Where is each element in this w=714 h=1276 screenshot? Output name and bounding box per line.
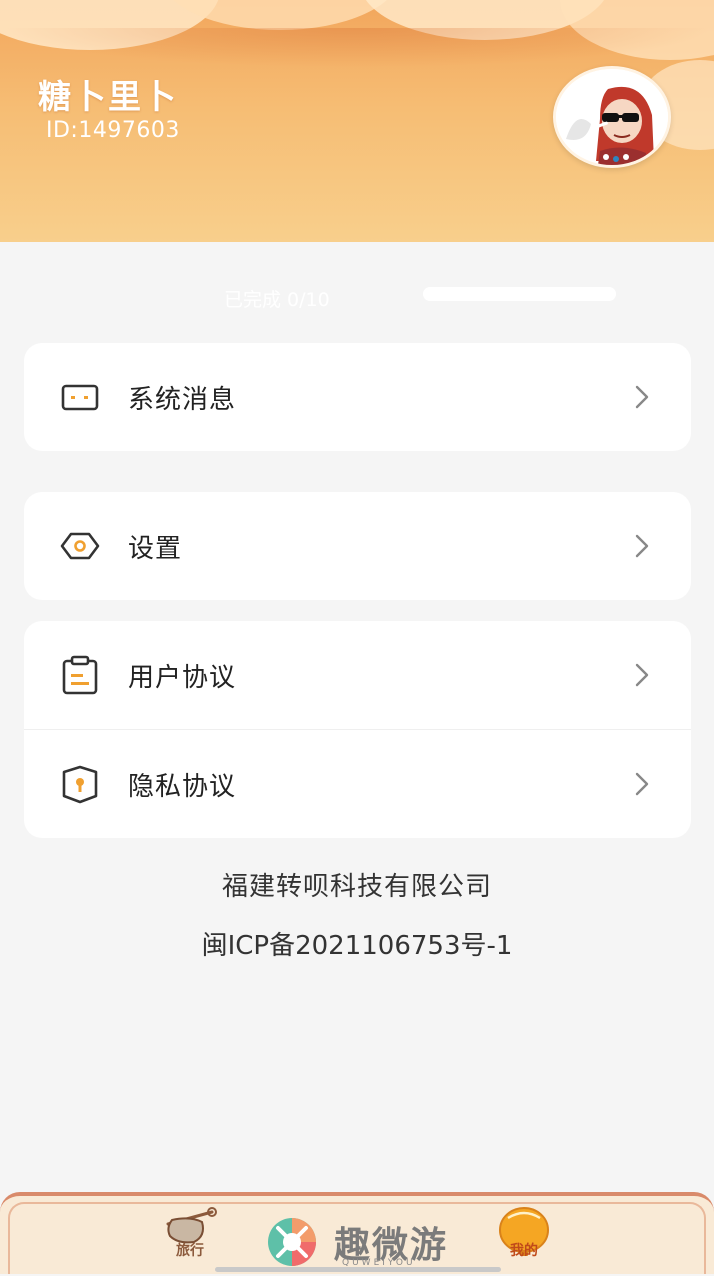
- card-settings: 设置: [24, 492, 691, 600]
- quweiyou-logo-icon: [268, 1218, 316, 1266]
- company-name: 福建转呗科技有限公司: [221, 872, 492, 902]
- avatar[interactable]: [553, 66, 671, 168]
- tab-mine[interactable]: 我的: [484, 1202, 564, 1272]
- menu-label: 系统消息: [128, 384, 237, 415]
- gear-hexagon-icon: [60, 532, 100, 560]
- card-agreements: 用户协议 隐私协议: [24, 621, 691, 838]
- message-box-icon: [61, 384, 99, 411]
- tab-label: 旅行: [176, 1243, 204, 1259]
- icp-license[interactable]: 闽ICP备2021106753号-1: [0, 925, 714, 962]
- chevron-right-icon: [635, 663, 649, 687]
- avatar-image: [556, 69, 668, 165]
- chevron-right-icon: [635, 385, 649, 409]
- profile-header: 糖卜里卜 ID:1497603: [0, 0, 714, 242]
- menu-item-system-messages[interactable]: 系统消息: [24, 343, 691, 451]
- menu-item-privacy-policy[interactable]: 隐私协议: [24, 729, 691, 838]
- username: 糖卜里卜: [38, 77, 178, 116]
- lantern-icon: [499, 1207, 549, 1256]
- user-id: ID:1497603: [46, 118, 180, 143]
- progress-label: 已完成 0/10: [224, 289, 330, 311]
- tab-travel[interactable]: 旅行: [150, 1202, 230, 1272]
- chevron-right-icon: [635, 772, 649, 796]
- menu-item-settings[interactable]: 设置: [24, 492, 691, 600]
- menu-label: 隐私协议: [128, 771, 237, 802]
- progress-bar: [423, 287, 616, 301]
- menu-label: 设置: [128, 533, 183, 564]
- chevron-right-icon: [635, 534, 649, 558]
- menu-item-user-agreement[interactable]: 用户协议: [24, 621, 691, 729]
- header-ribbon: [0, 28, 714, 68]
- card-system-messages: 系统消息: [24, 343, 691, 451]
- tab-label: 我的: [510, 1243, 538, 1259]
- clipboard-icon: [62, 655, 98, 695]
- quweiyou-watermark: 趣微游 QUWEIYOU: [264, 1214, 464, 1270]
- shield-icon: [62, 765, 98, 804]
- home-indicator[interactable]: [215, 1267, 501, 1272]
- bindle-icon: [166, 1207, 217, 1244]
- menu-label: 用户协议: [128, 662, 237, 693]
